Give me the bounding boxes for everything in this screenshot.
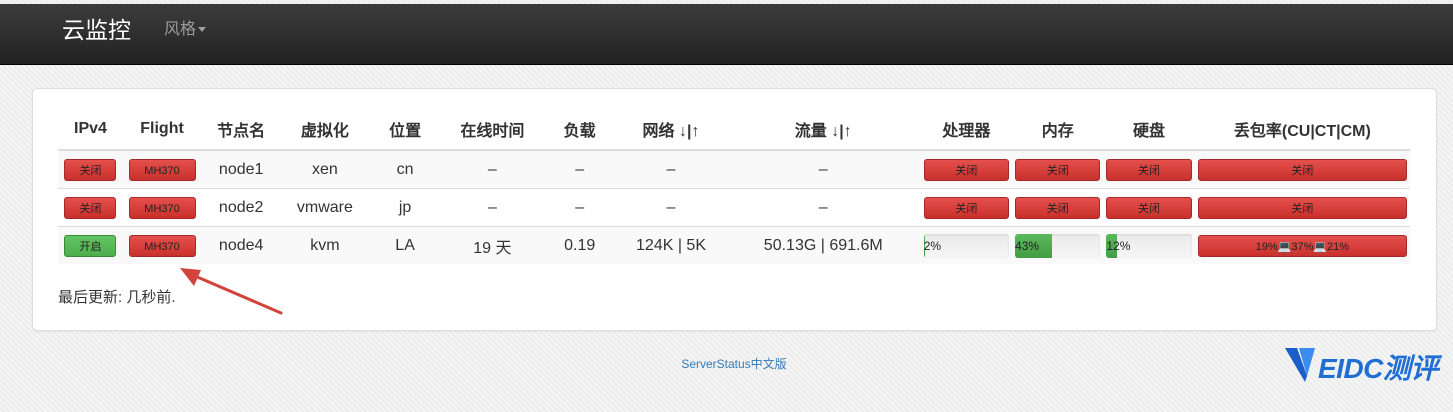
annotation-arrow-icon: [180, 268, 283, 315]
footer-link[interactable]: ServerStatus中文版: [0, 355, 1453, 372]
watermark-text: EIDC测评: [1318, 353, 1438, 384]
